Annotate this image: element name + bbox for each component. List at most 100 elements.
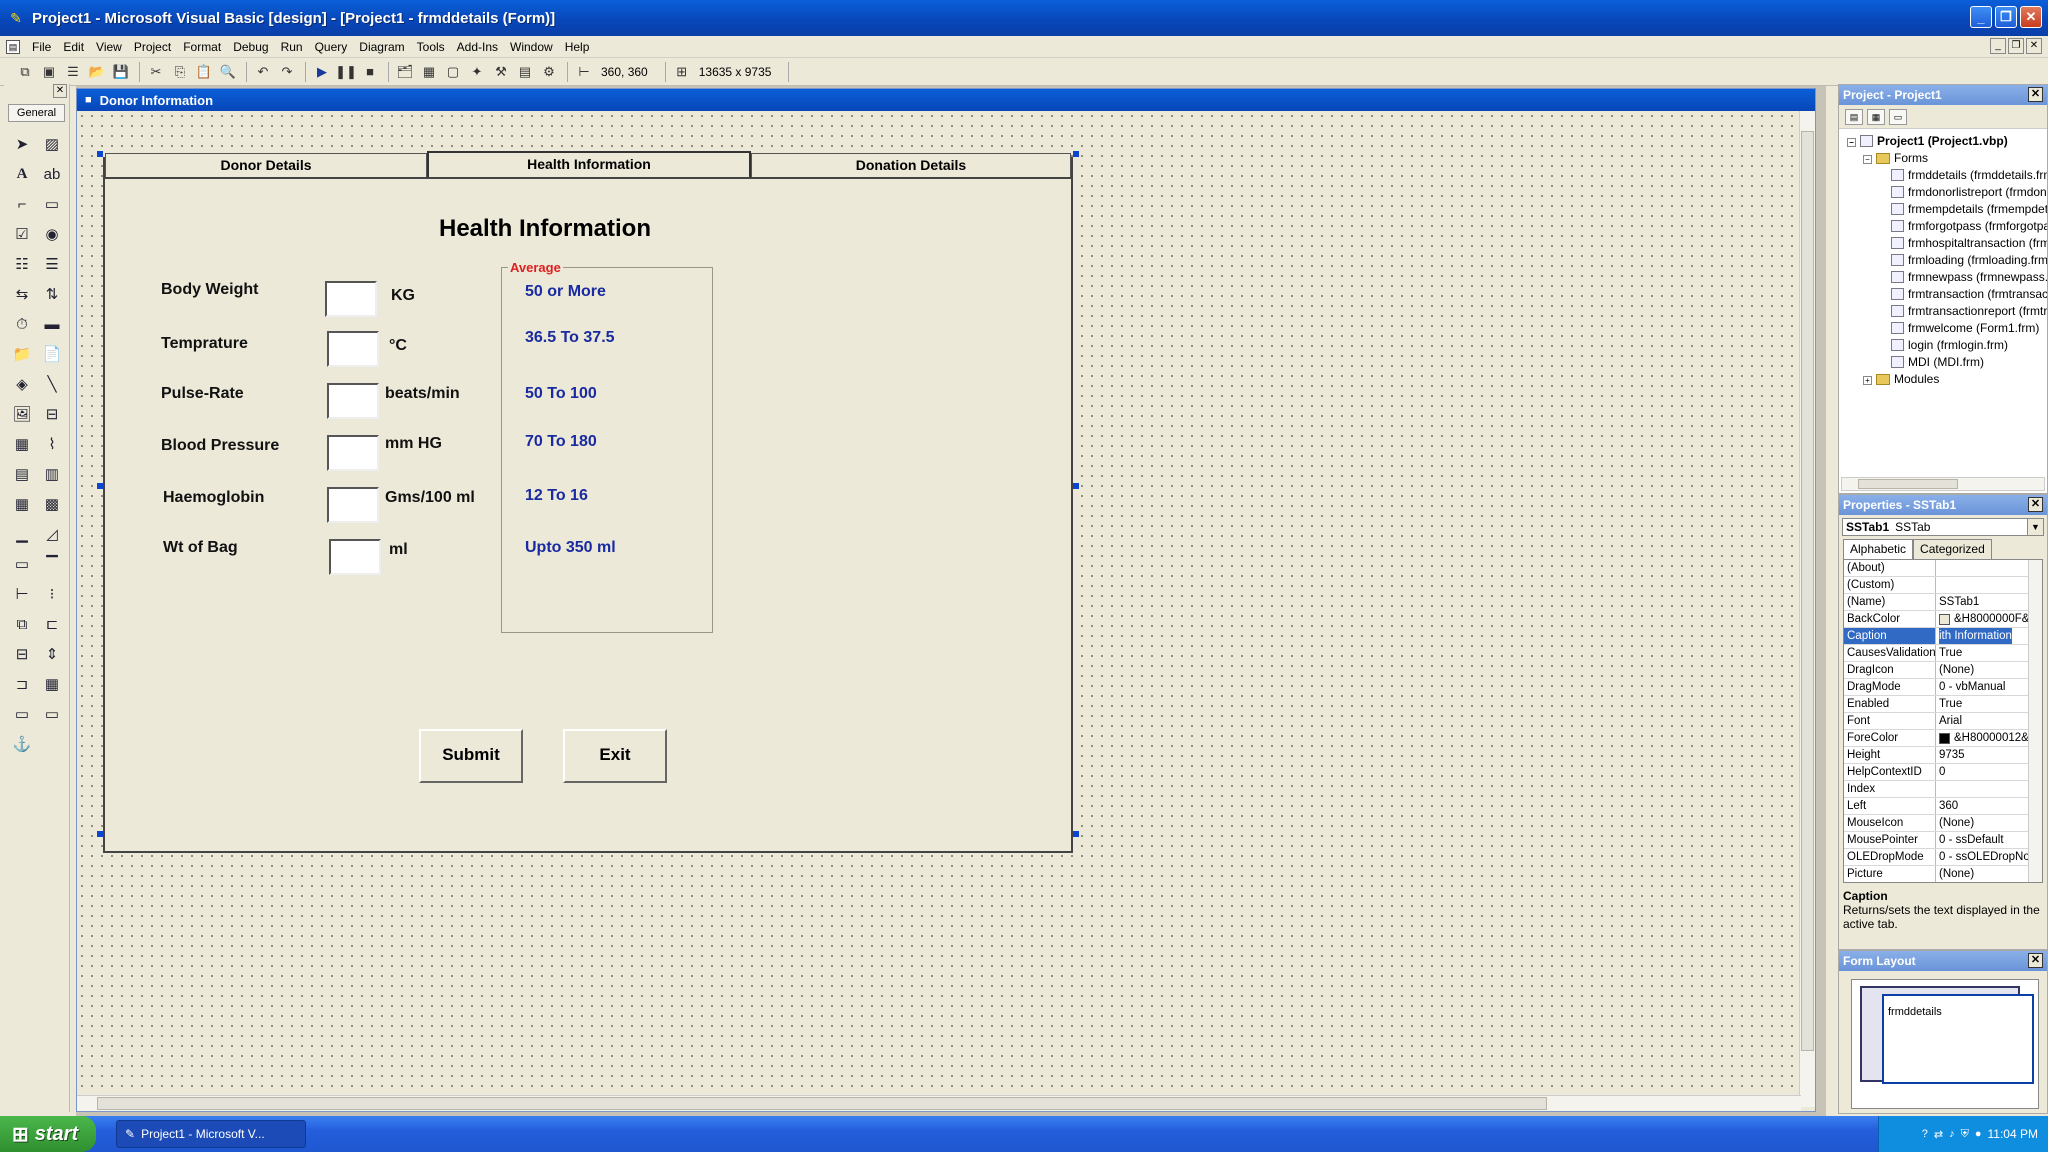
property-row[interactable]: Caption ith Information: [1844, 628, 2042, 645]
property-value[interactable]: 360: [1936, 798, 2042, 814]
network-icon[interactable]: ⇄: [1934, 1128, 1943, 1141]
properties-window-icon[interactable]: ▦: [418, 61, 440, 83]
data-view-icon[interactable]: ▤: [514, 61, 536, 83]
property-value[interactable]: 0 - ssOLEDropNone: [1936, 849, 2042, 865]
property-value[interactable]: Arial: [1936, 713, 2042, 729]
break-icon[interactable]: ❚❚: [335, 61, 357, 83]
horizontal-scrollbar[interactable]: [77, 1095, 1801, 1111]
start-button[interactable]: ⊞ start: [0, 1116, 96, 1152]
picturebox-tool-icon[interactable]: ▨: [38, 130, 66, 158]
submit-button[interactable]: Submit: [419, 729, 523, 783]
sstab-control[interactable]: Donor Details Health Information Donatio…: [103, 151, 1073, 853]
property-value[interactable]: 9735: [1936, 747, 2042, 763]
selection-handle[interactable]: [1073, 831, 1079, 837]
cut-icon[interactable]: ✂: [145, 61, 167, 83]
tree-form-item[interactable]: frmwelcome (Form1.frm): [1847, 320, 2047, 337]
property-value[interactable]: 0 - ssDefault: [1936, 832, 2042, 848]
redo-icon[interactable]: ↷: [276, 61, 298, 83]
antivirus-icon[interactable]: ●: [1975, 1128, 1982, 1140]
listbox-tool-icon[interactable]: ☰: [38, 250, 66, 278]
menu-debug[interactable]: Debug: [227, 40, 274, 54]
find-icon[interactable]: 🔍: [217, 61, 239, 83]
copy-icon[interactable]: ⎘: [169, 61, 191, 83]
property-row[interactable]: (About): [1844, 560, 2042, 577]
property-row[interactable]: CausesValidation True: [1844, 645, 2042, 662]
scrollbar-thumb[interactable]: [1858, 479, 1958, 489]
grid-tool-icon[interactable]: ▦: [8, 490, 36, 518]
menu-editor-icon[interactable]: ☰: [62, 61, 84, 83]
ole-tool-icon[interactable]: ▦: [8, 430, 36, 458]
property-value[interactable]: &H80000012&: [1936, 730, 2042, 746]
monthview-tool-icon[interactable]: ▦: [38, 670, 66, 698]
property-value[interactable]: (None): [1936, 866, 2042, 882]
volume-icon[interactable]: ♪: [1949, 1128, 1955, 1140]
line-tool-icon[interactable]: ╲: [38, 370, 66, 398]
property-row[interactable]: MousePointer 0 - ssDefault: [1844, 832, 2042, 849]
toolbox-icon[interactable]: ⚒: [490, 61, 512, 83]
menu-project[interactable]: Project: [128, 40, 177, 54]
tree-form-item[interactable]: frmempdetails (frmempdetails.frm): [1847, 201, 2047, 218]
menu-edit[interactable]: Edit: [57, 40, 90, 54]
form-layout-close-button[interactable]: ✕: [2028, 953, 2043, 968]
property-value[interactable]: True: [1936, 696, 2042, 712]
form-layout-preview[interactable]: frmddetails: [1851, 979, 2039, 1109]
menu-run[interactable]: Run: [275, 40, 309, 54]
tree-form-item[interactable]: frmtransactionreport (frmtransactionrepo…: [1847, 303, 2047, 320]
tree-modules-folder[interactable]: + Modules: [1847, 371, 2047, 388]
tree-form-item[interactable]: frmloading (frmloading.frm): [1847, 252, 2047, 269]
optionbutton-tool-icon[interactable]: ◉: [38, 220, 66, 248]
tree-form-item[interactable]: frmddetails (frmddetails.frm): [1847, 167, 2047, 184]
menu-file[interactable]: File: [26, 40, 57, 54]
exit-button[interactable]: Exit: [563, 729, 667, 783]
open-project-icon[interactable]: 📂: [86, 61, 108, 83]
dbgrid-tool-icon[interactable]: ▤: [8, 460, 36, 488]
add-form-icon[interactable]: ▣: [38, 61, 60, 83]
selection-handle[interactable]: [1073, 151, 1079, 157]
menu-diagram[interactable]: Diagram: [353, 40, 410, 54]
tabstrip-tool-icon[interactable]: ▔: [38, 550, 66, 578]
toolbox-general-tab[interactable]: General: [8, 104, 65, 122]
project-close-button[interactable]: ✕: [2028, 87, 2043, 102]
datagrid-tool-icon[interactable]: ▩: [38, 490, 66, 518]
property-row[interactable]: (Name) SSTab1: [1844, 594, 2042, 611]
tree-project-root[interactable]: − Project1 (Project1.vbp): [1847, 133, 2047, 150]
tab-donation-details[interactable]: Donation Details: [751, 153, 1071, 177]
tab-health-information[interactable]: Health Information: [427, 151, 751, 179]
menu-query[interactable]: Query: [309, 40, 354, 54]
menu-help[interactable]: Help: [559, 40, 596, 54]
body-weight-input[interactable]: [325, 281, 377, 317]
progressbar-tool-icon[interactable]: ▁: [8, 520, 36, 548]
blood-pressure-input[interactable]: [327, 435, 379, 471]
object-browser-icon[interactable]: ✦: [466, 61, 488, 83]
property-value[interactable]: [1936, 560, 2042, 576]
haemoglobin-input[interactable]: [327, 487, 379, 523]
shape-tool-icon[interactable]: ◈: [8, 370, 36, 398]
save-project-icon[interactable]: 💾: [110, 61, 132, 83]
end-icon[interactable]: ■: [359, 61, 381, 83]
tab-donor-details[interactable]: Donor Details: [105, 153, 427, 177]
property-row[interactable]: MouseIcon (None): [1844, 815, 2042, 832]
toolbar-tool-icon[interactable]: ⊏: [38, 610, 66, 638]
property-row[interactable]: OLEDropMode 0 - ssOLEDropNone: [1844, 849, 2042, 866]
listview-tool-icon[interactable]: ⁝: [38, 580, 66, 608]
pointer-tool-icon[interactable]: ➤: [8, 130, 36, 158]
weight-of-bag-input[interactable]: [329, 539, 381, 575]
property-value[interactable]: True: [1936, 645, 2042, 661]
property-value[interactable]: (None): [1936, 662, 2042, 678]
form-title-bar[interactable]: ■ Donor Information: [77, 89, 1815, 111]
tree-form-item[interactable]: frmtransaction (frmtransaction.frm): [1847, 286, 2047, 303]
coolbar-tool-icon[interactable]: ▭: [8, 700, 36, 728]
property-grid-scrollbar[interactable]: [2028, 560, 2042, 882]
animation-tool-icon[interactable]: ⊐: [8, 670, 36, 698]
tab-categorized[interactable]: Categorized: [1913, 539, 1992, 559]
property-value[interactable]: (None): [1936, 815, 2042, 831]
combobox-tool-icon[interactable]: ☷: [8, 250, 36, 278]
property-row[interactable]: HelpContextID 0: [1844, 764, 2042, 781]
menu-add-ins[interactable]: Add-Ins: [451, 40, 504, 54]
mdi-minimize-button[interactable]: _: [1990, 38, 2006, 54]
taskbar-item-vb[interactable]: ✎ Project1 - Microsoft V...: [116, 1120, 306, 1148]
mdi-child-icon[interactable]: ▤: [6, 39, 20, 54]
project-horizontal-scrollbar[interactable]: [1841, 477, 2045, 491]
image-tool-icon[interactable]: 🖼: [8, 400, 36, 428]
pulse-rate-input[interactable]: [327, 383, 379, 419]
